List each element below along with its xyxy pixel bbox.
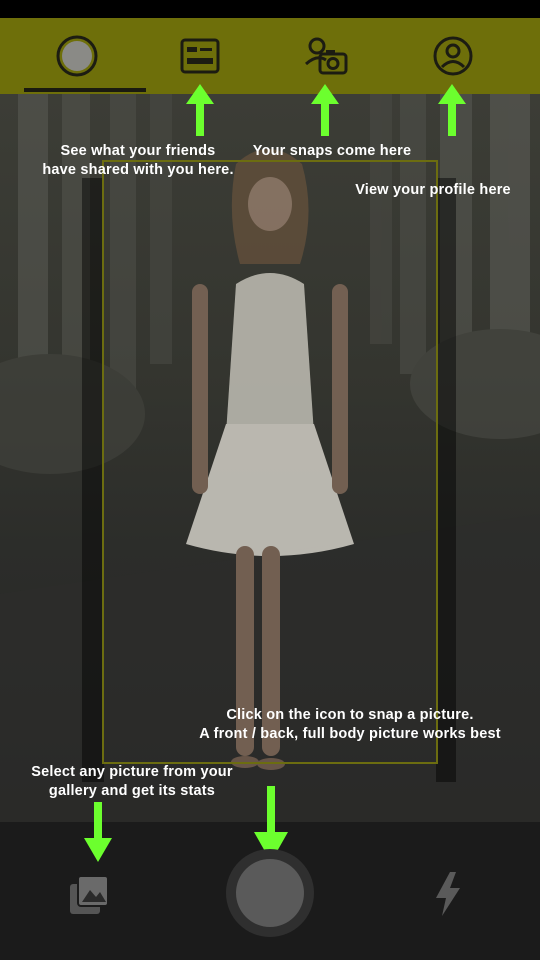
flash-button[interactable] <box>428 870 468 918</box>
hint-arrow-feed <box>186 84 214 136</box>
status-bar <box>0 0 540 18</box>
tab-profile[interactable] <box>408 18 498 94</box>
user-camera-icon <box>304 37 348 75</box>
hint-friends-feed: See what your friends have shared with y… <box>42 143 234 178</box>
guide-frame-shadow-right <box>436 178 456 782</box>
tab-camera[interactable] <box>32 18 122 94</box>
hint-gallery: Select any picture from your gallery and… <box>31 764 233 799</box>
circle-icon <box>56 35 98 77</box>
hint-snaps: Your snaps come here <box>252 143 412 159</box>
selected-tab-indicator <box>24 88 146 92</box>
gallery-icon <box>70 875 109 914</box>
guide-frame-shadow-left <box>82 178 104 782</box>
gallery-button[interactable] <box>66 870 114 918</box>
tab-feed[interactable] <box>155 18 245 94</box>
shutter-button-inner[interactable] <box>236 859 304 927</box>
hint-arrow-profile <box>438 84 466 136</box>
body-guide-frame <box>102 160 438 764</box>
feed-card-icon <box>180 38 220 74</box>
profile-icon <box>433 36 473 76</box>
tab-snaps[interactable] <box>281 18 371 94</box>
hint-arrow-gallery <box>84 802 112 862</box>
flash-icon <box>436 872 460 916</box>
hint-arrow-snaps <box>311 84 339 136</box>
hint-snap-picture: Click on the icon to snap a picture. A f… <box>199 707 501 742</box>
hint-profile: View your profile here <box>355 182 511 198</box>
